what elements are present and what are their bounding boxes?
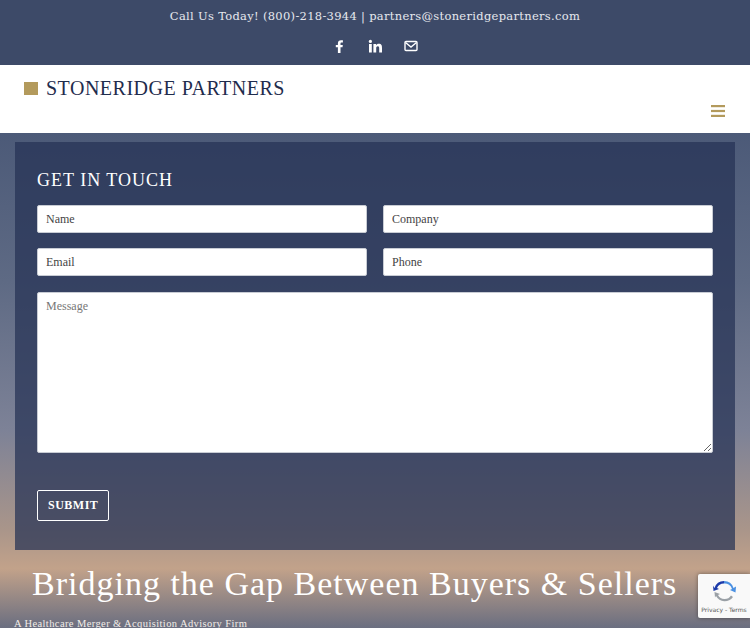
form-field[interactable]: [383, 248, 713, 276]
form-field[interactable]: [37, 248, 367, 276]
recaptcha-badge[interactable]: Privacy - Terms: [698, 574, 750, 618]
top-bar: Call Us Today! (800)-218-3944 | partners…: [0, 0, 750, 65]
menu-icon[interactable]: [711, 105, 725, 117]
recaptcha-links[interactable]: Privacy - Terms: [701, 606, 746, 613]
form-fields: [37, 205, 713, 276]
logo-mark: [24, 82, 38, 95]
logo-text: STONERIDGE PARTNERS: [46, 80, 285, 96]
form-field[interactable]: [383, 205, 713, 233]
hero-section: GET IN TOUCH SUBMIT Bridging the Gap Betwe…: [0, 133, 750, 628]
submit-button[interactable]: SUBMIT: [37, 490, 109, 521]
message-field[interactable]: [37, 292, 713, 453]
hero-headline: Bridging the Gap Between Buyers & Seller…: [32, 564, 735, 604]
site-header: STONERIDGE PARTNERS: [0, 65, 750, 133]
contact-form: GET IN TOUCH SUBMIT: [15, 142, 735, 550]
linkedin-icon[interactable]: [368, 39, 382, 53]
logo[interactable]: STONERIDGE PARTNERS: [24, 80, 285, 96]
social-links: [332, 39, 418, 53]
facebook-icon[interactable]: [332, 39, 346, 53]
form-field[interactable]: [37, 205, 367, 233]
recaptcha-icon: [711, 578, 737, 604]
form-title: GET IN TOUCH: [37, 170, 713, 190]
contact-info: Call Us Today! (800)-218-3944 | partners…: [170, 8, 580, 24]
hero-subheadline: A Healthcare Merger & Acquisition Adviso…: [14, 618, 735, 628]
email-icon[interactable]: [404, 39, 418, 53]
